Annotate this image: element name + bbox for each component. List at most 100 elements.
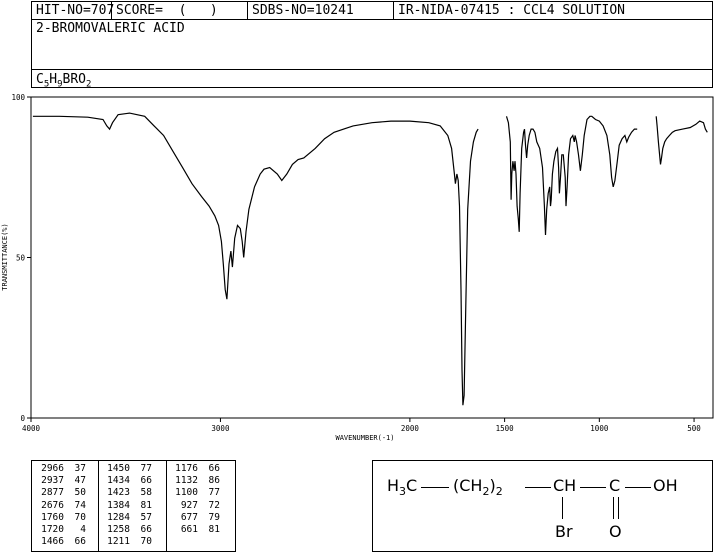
x-tick-label: 500 xyxy=(687,424,701,433)
x-tick-label: 1500 xyxy=(496,424,515,433)
peak-row: 2937 47 xyxy=(36,475,86,487)
peak-transmittance: 70 xyxy=(74,511,86,523)
spectrum-trace xyxy=(32,112,708,406)
peak-wavenumber: 661 xyxy=(180,523,198,535)
peak-transmittance: 86 xyxy=(208,475,220,487)
x-tick-label: 1000 xyxy=(590,424,609,433)
carbonyl-carbon: C xyxy=(609,476,621,495)
peak-column-divider xyxy=(98,461,99,551)
peak-wavenumber: 1384 xyxy=(107,499,130,511)
peak-row: 2877 50 xyxy=(36,487,86,499)
methylene-open: (CH xyxy=(453,476,483,495)
spectrum-line-segment xyxy=(32,112,479,406)
peak-wavenumber: 677 xyxy=(180,511,198,523)
peak-row: 927 72 xyxy=(170,500,220,512)
peak-transmittance: 37 xyxy=(74,463,86,474)
axis-ticks: 4000 3000 2000 1500 1000 500100500 xyxy=(11,93,701,433)
methyl-h: H xyxy=(387,476,400,495)
y-axis-label: TRANSMITTANCE(%) xyxy=(1,223,9,290)
methylene-repeat: 2 xyxy=(495,485,503,499)
spectrum-line-segment xyxy=(655,116,708,165)
peak-transmittance: 70 xyxy=(140,536,152,548)
peak-row: 1466 66 xyxy=(36,536,86,548)
peak-transmittance: 57 xyxy=(140,511,152,523)
y-tick-label: 50 xyxy=(16,254,26,263)
peak-transmittance: 72 xyxy=(208,499,220,511)
x-tick-label: 3000 xyxy=(211,424,230,433)
peak-transmittance: 81 xyxy=(208,523,220,535)
double-bond xyxy=(618,497,619,519)
peak-column: 2966 37 2937 47 2877 50 2676 74 1760 70 1720 4 1466 6… xyxy=(36,463,86,548)
peak-transmittance: 4 xyxy=(80,523,86,535)
bond xyxy=(625,487,651,488)
bond xyxy=(525,487,551,488)
y-tick-label: 100 xyxy=(11,93,25,102)
peak-transmittance: 79 xyxy=(208,511,220,523)
peak-row: 1423 58 xyxy=(102,487,152,499)
peak-row: 2676 74 xyxy=(36,500,86,512)
methyl-group: H3C xyxy=(387,476,417,498)
bond xyxy=(562,497,563,519)
peak-row: 1132 86 xyxy=(170,475,220,487)
peak-transmittance: 47 xyxy=(74,475,86,487)
peak-wavenumber: 1258 xyxy=(107,523,130,535)
peak-wavenumber: 1132 xyxy=(175,475,198,487)
peak-column: 1176 66 1132 86 1100 77 927 72 677 79 661 81 xyxy=(170,463,220,536)
y-tick-label: 0 xyxy=(20,414,25,423)
methyl-h-count: 3 xyxy=(399,485,407,499)
peak-column-divider xyxy=(166,461,167,551)
peak-wavenumber: 2676 xyxy=(41,499,64,511)
peak-wavenumber: 1434 xyxy=(107,475,130,487)
peak-wavenumber: 1100 xyxy=(175,487,198,499)
alpha-carbon: CH xyxy=(553,476,577,495)
peak-row: 1434 66 xyxy=(102,475,152,487)
peak-row: 677 79 xyxy=(170,512,220,524)
x-tick-label: 4000 xyxy=(22,424,41,433)
peak-transmittance: 58 xyxy=(140,487,152,499)
peak-transmittance: 66 xyxy=(74,536,86,548)
peak-wavenumber: 1450 xyxy=(107,463,130,474)
peak-wavenumber: 1720 xyxy=(41,523,64,535)
peak-row: 1258 66 xyxy=(102,524,152,536)
peak-transmittance: 66 xyxy=(140,523,152,535)
peak-wavenumber: 2937 xyxy=(41,475,64,487)
peak-row: 1450 77 xyxy=(102,463,152,475)
peak-wavenumber: 1211 xyxy=(107,536,130,548)
methyl-c: C xyxy=(406,476,418,495)
peak-row: 661 81 xyxy=(170,524,220,536)
peak-wavenumber: 1760 xyxy=(41,511,64,523)
peak-transmittance: 81 xyxy=(140,499,152,511)
peak-wavenumber: 927 xyxy=(180,499,198,511)
peak-transmittance: 77 xyxy=(208,487,220,499)
peak-row: 1100 77 xyxy=(170,487,220,499)
methylene-chain: (CH2)2 xyxy=(453,476,503,498)
molecular-structure: H3C (CH2)2 CH C OH Br O xyxy=(372,460,713,552)
peak-transmittance: 66 xyxy=(208,463,220,474)
peak-column: 1450 77 1434 66 1423 58 1384 81 1284 57 1258 66 1211… xyxy=(102,463,152,548)
peak-table: 2966 37 2937 47 2877 50 2676 74 1760 70 1720 4 1466 6… xyxy=(31,460,236,552)
peak-row: 1384 81 xyxy=(102,500,152,512)
peak-transmittance: 50 xyxy=(74,487,86,499)
plot-frame xyxy=(30,96,714,419)
peak-wavenumber: 1284 xyxy=(107,511,130,523)
x-tick-label: 2000 xyxy=(401,424,420,433)
carbonyl-oxygen: O xyxy=(609,522,622,541)
peak-wavenumber: 2966 xyxy=(41,463,64,474)
peak-wavenumber: 1466 xyxy=(41,536,64,548)
peak-wavenumber: 2877 xyxy=(41,487,64,499)
peak-transmittance: 74 xyxy=(74,499,86,511)
bond xyxy=(580,487,606,488)
double-bond xyxy=(613,497,614,519)
peak-row: 1760 70 xyxy=(36,512,86,524)
peak-transmittance: 66 xyxy=(140,475,152,487)
bond xyxy=(421,487,449,488)
x-axis-label: WAVENUMBER(-1) xyxy=(335,434,394,442)
peak-row: 1720 4 xyxy=(36,524,86,536)
spectrum-line-segment xyxy=(505,115,638,236)
peak-row: 2966 37 xyxy=(36,463,86,475)
hydroxyl: OH xyxy=(653,476,678,495)
peak-wavenumber: 1423 xyxy=(107,487,130,499)
bromine: Br xyxy=(555,522,573,541)
peak-wavenumber: 1176 xyxy=(175,463,198,474)
peak-transmittance: 77 xyxy=(140,463,152,474)
